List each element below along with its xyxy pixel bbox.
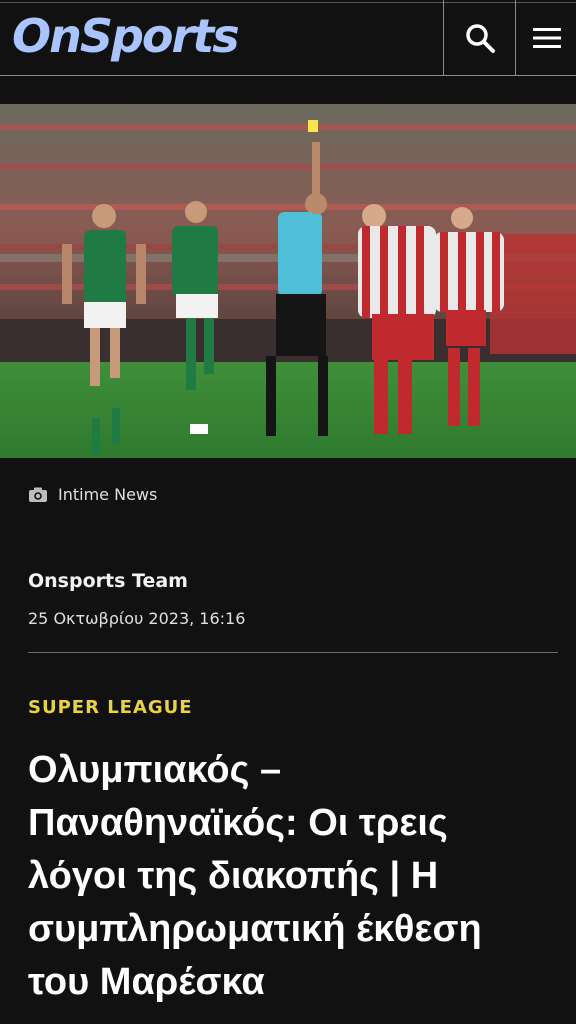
photo-credit: Intime News <box>28 485 157 504</box>
hero-image[interactable] <box>0 104 576 458</box>
top-navigation-bar: OnSports <box>0 0 576 76</box>
football-match-photo <box>0 104 576 458</box>
menu-button[interactable] <box>515 0 576 75</box>
photo-credit-text: Intime News <box>58 485 158 504</box>
divider <box>28 652 558 653</box>
site-logo[interactable]: OnSports <box>12 8 240 64</box>
search-button[interactable] <box>443 0 515 75</box>
hamburger-menu-icon <box>532 27 561 48</box>
camera-icon <box>29 487 47 502</box>
article-author[interactable]: Onsports Team <box>28 570 188 592</box>
article-category[interactable]: SUPER LEAGUE <box>28 697 193 718</box>
article-title: Ολυμπιακός – Παναθηναϊκός: Οι τρεις λόγο… <box>28 749 482 1003</box>
search-icon <box>465 23 495 53</box>
article-date: 25 Οκτωβρίου 2023, 16:16 <box>28 609 246 628</box>
